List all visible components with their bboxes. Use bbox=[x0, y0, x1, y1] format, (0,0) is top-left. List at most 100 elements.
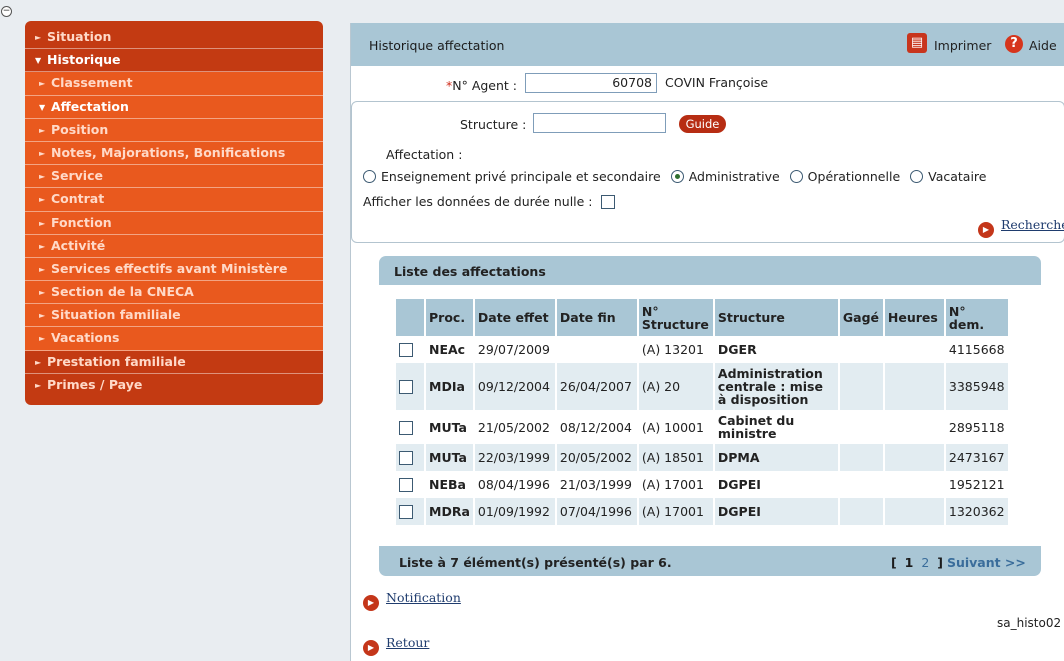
radio-button[interactable] bbox=[910, 170, 924, 183]
cell-gage bbox=[840, 410, 883, 444]
back-link[interactable]: Retour bbox=[386, 635, 429, 650]
affectation-radio-group: Enseignement privé principale et seconda… bbox=[363, 169, 993, 184]
table-row[interactable]: NEAc 29/07/2009 (A) 13201 DGER 4115668 bbox=[396, 336, 1008, 363]
agent-row: *N° Agent : 60708 COVIN Françoise bbox=[351, 71, 1064, 97]
table-row[interactable]: MUTa 21/05/2002 08/12/2004 (A) 10001 Cab… bbox=[396, 410, 1008, 444]
cell-gage bbox=[840, 336, 883, 363]
print-button[interactable]: Imprimer bbox=[934, 38, 991, 53]
row-checkbox[interactable] bbox=[399, 451, 413, 465]
cell-num-dem: 3385948 bbox=[945, 363, 1008, 410]
row-checkbox[interactable] bbox=[399, 420, 413, 435]
row-checkbox-cell bbox=[396, 410, 424, 444]
row-checkbox[interactable] bbox=[399, 505, 413, 519]
header-select bbox=[396, 299, 424, 336]
sidebar-item-position[interactable]: ► Position bbox=[25, 118, 323, 142]
guide-button[interactable]: Guide bbox=[679, 115, 726, 133]
sidebar-item-notes[interactable]: ► Notes, Majorations, Bonifications bbox=[25, 141, 323, 166]
structure-input[interactable] bbox=[533, 113, 666, 133]
cell-date-fin: 21/03/1999 bbox=[559, 477, 632, 492]
cell-date-fin: 20/05/2002 bbox=[556, 444, 637, 471]
cell-gage bbox=[839, 444, 883, 471]
sidebar-item-activite[interactable]: ► Activité bbox=[25, 234, 323, 258]
cell-heures bbox=[884, 444, 944, 471]
header-num-dem[interactable]: N° dem. bbox=[945, 299, 1008, 336]
chevron-right-icon: ► bbox=[39, 311, 46, 321]
table-row[interactable]: MDIa 09/12/2004 26/04/2007 (A) 20 Admini… bbox=[396, 363, 1008, 410]
radio-button-selected[interactable] bbox=[670, 170, 684, 183]
next-page-link[interactable]: Suivant >> bbox=[947, 555, 1026, 570]
row-checkbox[interactable] bbox=[399, 478, 413, 492]
agent-number-input[interactable]: 60708 bbox=[525, 73, 657, 93]
row-checkbox-cell bbox=[396, 336, 424, 363]
header-proc[interactable]: Proc. bbox=[426, 299, 473, 336]
table-row[interactable]: MUTa 22/03/1999 20/05/2002 (A) 18501 DPM… bbox=[396, 444, 1008, 471]
header-structure[interactable]: Structure bbox=[714, 299, 838, 336]
header-num-structure[interactable]: N° Structure bbox=[638, 299, 713, 336]
table-row[interactable]: MDRa 01/09/1992 07/04/1996 (A) 17001 DGP… bbox=[396, 498, 1008, 525]
sidebar-item-prestation-familiale[interactable]: ► Prestation familiale bbox=[25, 351, 323, 374]
table-row[interactable]: NEBa 08/04/1996 21/03/1999 (A) 17001 DGP… bbox=[396, 471, 1008, 498]
cell-num-structure: (A) 10001 bbox=[641, 419, 704, 435]
chevron-right-icon: ► bbox=[35, 357, 42, 367]
chevron-right-icon: ► bbox=[39, 288, 46, 298]
sidebar-item-primes-paye[interactable]: ► Primes / Paye bbox=[25, 374, 323, 397]
search-button[interactable]: ▶ Rechercher bbox=[978, 217, 1064, 238]
header-gage[interactable]: Gagé bbox=[839, 299, 883, 336]
cell-date-effet: 08/04/1996 bbox=[477, 477, 550, 492]
cell-num-structure: (A) 20 bbox=[638, 363, 713, 410]
header-date-effet[interactable]: Date effet bbox=[474, 299, 555, 336]
search-link[interactable]: Rechercher bbox=[1001, 217, 1064, 232]
row-checkbox-cell bbox=[396, 471, 424, 498]
radio-button[interactable] bbox=[363, 170, 376, 183]
header-date-fin[interactable]: Date fin bbox=[556, 299, 637, 336]
sidebar-item-vacations[interactable]: ► Vacations bbox=[25, 327, 323, 351]
sidebar-item-situation-familiale[interactable]: ► Situation familiale bbox=[25, 304, 323, 328]
page-link-2[interactable]: 2 bbox=[921, 555, 929, 570]
cell-proc: MDIa bbox=[426, 363, 473, 410]
cell-gage bbox=[839, 363, 883, 410]
radio-button[interactable] bbox=[789, 170, 803, 183]
agent-name: COVIN Françoise bbox=[665, 75, 769, 90]
chevron-right-icon: ► bbox=[39, 125, 46, 135]
notification-link[interactable]: Notification bbox=[386, 590, 461, 605]
cell-num-structure: (A) 13201 bbox=[641, 342, 704, 357]
sidebar-item-service[interactable]: ► Service bbox=[25, 165, 323, 189]
list-title: Liste des affectations bbox=[394, 264, 546, 279]
cell-heures bbox=[884, 498, 944, 525]
cell-date-effet: 01/09/1992 bbox=[474, 498, 555, 525]
cell-heures bbox=[885, 410, 944, 444]
null-duration-checkbox[interactable] bbox=[600, 195, 615, 209]
help-button[interactable]: Aide bbox=[1029, 38, 1057, 53]
sidebar-item-contrat[interactable]: ► Contrat bbox=[25, 188, 323, 212]
cell-structure: Cabinet du ministre bbox=[717, 413, 795, 441]
chevron-right-icon: ► bbox=[35, 33, 42, 42]
radio-option-vacataire[interactable]: Vacataire bbox=[910, 169, 987, 184]
radio-option-enseignement[interactable]: Enseignement privé principale et seconda… bbox=[363, 169, 661, 184]
sidebar-item-fonction[interactable]: ► Fonction bbox=[25, 211, 323, 235]
page-title: Historique affectation bbox=[369, 38, 505, 53]
radio-option-operationnelle[interactable]: Opérationnelle bbox=[789, 169, 900, 184]
search-criteria: Structure : Guide Affectation : Enseigne… bbox=[351, 101, 1064, 243]
structure-label: Structure : bbox=[460, 117, 527, 132]
sidebar-item-situation[interactable]: ► Situation bbox=[25, 26, 323, 50]
row-checkbox[interactable] bbox=[399, 380, 413, 394]
printer-icon[interactable]: ▤ bbox=[907, 33, 927, 53]
notification-button[interactable]: ▶ Notification bbox=[363, 590, 461, 611]
sidebar-item-classement[interactable]: ► Classement bbox=[25, 72, 323, 96]
pagination: [ 1 2 ] Suivant >> bbox=[891, 555, 1026, 570]
screen-code: sa_histo02 bbox=[997, 616, 1062, 630]
row-checkbox[interactable] bbox=[399, 343, 413, 357]
sidebar-item-historique[interactable]: ▼ Historique bbox=[25, 49, 323, 73]
sidebar-item-cneca[interactable]: ► Section de la CNECA bbox=[25, 281, 323, 305]
sidebar-item-affectation[interactable]: ▼ Affectation bbox=[25, 95, 323, 119]
radio-option-administrative[interactable]: Administrative bbox=[670, 169, 780, 184]
back-button[interactable]: ▶ Retour bbox=[363, 635, 429, 656]
chevron-right-icon: ► bbox=[39, 172, 46, 182]
sidebar-item-services-effectifs[interactable]: ► Services effectifs avant Ministère bbox=[25, 257, 323, 282]
affectation-label: Affectation : bbox=[386, 147, 463, 162]
header-heures[interactable]: Heures bbox=[884, 299, 944, 336]
help-icon[interactable]: ? bbox=[1005, 35, 1023, 53]
cell-proc: NEBa bbox=[429, 477, 466, 492]
collapse-icon[interactable]: − bbox=[1, 6, 12, 17]
arrow-right-icon: ▶ bbox=[363, 640, 379, 656]
